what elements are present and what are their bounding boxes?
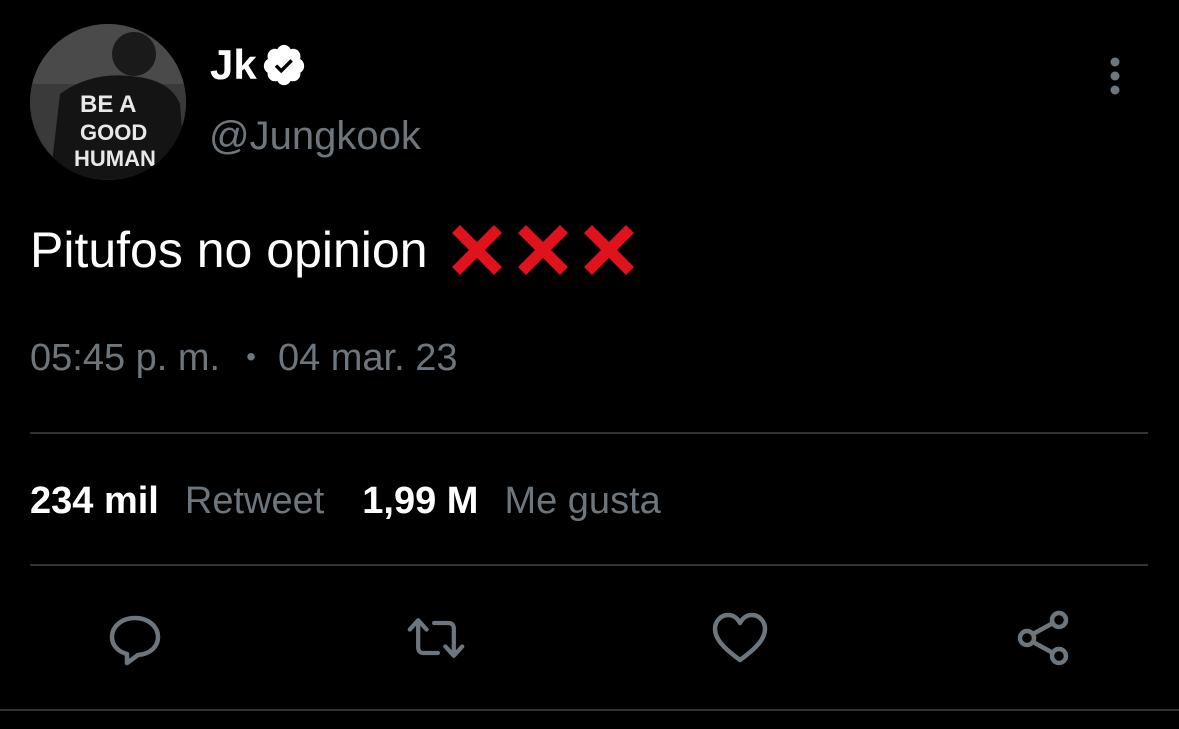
more-options-button[interactable] <box>1100 56 1130 96</box>
tweet-date: 04 mar. 23 <box>277 337 458 379</box>
cross-mark-emoji-icon <box>583 225 634 275</box>
reply-button[interactable] <box>105 610 165 666</box>
retweets-label: Retweet <box>184 480 325 522</box>
avatar-shirt-line-2: GOOD <box>80 120 147 145</box>
tweet-text: Pitufos no opinion <box>30 218 640 282</box>
divider <box>30 432 1148 434</box>
retweet-button[interactable] <box>406 610 466 666</box>
likes-count: 1,99 M <box>362 480 479 522</box>
share-icon <box>1017 610 1069 666</box>
tweet-timestamp[interactable]: 05:45 p. m. • 04 mar. 23 <box>30 336 458 383</box>
avatar-image: BE A GOOD HUMAN <box>30 24 186 180</box>
likes-stat[interactable]: 1,99 M Me gusta <box>362 478 660 524</box>
avatar-shirt-line-3: HUMAN <box>74 146 156 171</box>
tweet-time: 05:45 p. m. <box>30 337 221 379</box>
avatar[interactable]: BE A GOOD HUMAN <box>30 24 186 180</box>
emoji-group <box>446 219 640 281</box>
retweets-count: 234 mil <box>30 480 159 522</box>
retweets-stat[interactable]: 234 mil Retweet <box>30 478 324 524</box>
tweet-body: Pitufos no opinion <box>30 222 428 278</box>
avatar-shirt-line-1: BE A <box>80 91 136 118</box>
display-name[interactable]: Jk <box>210 44 257 86</box>
meta-separator: • <box>246 341 256 372</box>
cross-mark-emoji-icon <box>517 225 568 275</box>
cross-mark-emoji-icon <box>451 225 502 275</box>
retweet-icon <box>407 618 465 658</box>
reply-icon <box>109 615 161 666</box>
bottom-divider <box>0 709 1179 711</box>
divider <box>30 564 1148 566</box>
verified-badge-icon <box>263 44 304 86</box>
like-button[interactable] <box>710 610 770 666</box>
share-button[interactable] <box>1013 610 1073 666</box>
more-vertical-icon <box>1110 57 1120 95</box>
likes-label: Me gusta <box>504 480 661 522</box>
like-icon <box>712 612 768 663</box>
tweet-stats: 234 mil Retweet 1,99 M Me gusta <box>30 478 661 524</box>
author-handle[interactable]: @Jungkook <box>209 116 421 156</box>
author-name-row[interactable]: Jk <box>210 42 307 88</box>
